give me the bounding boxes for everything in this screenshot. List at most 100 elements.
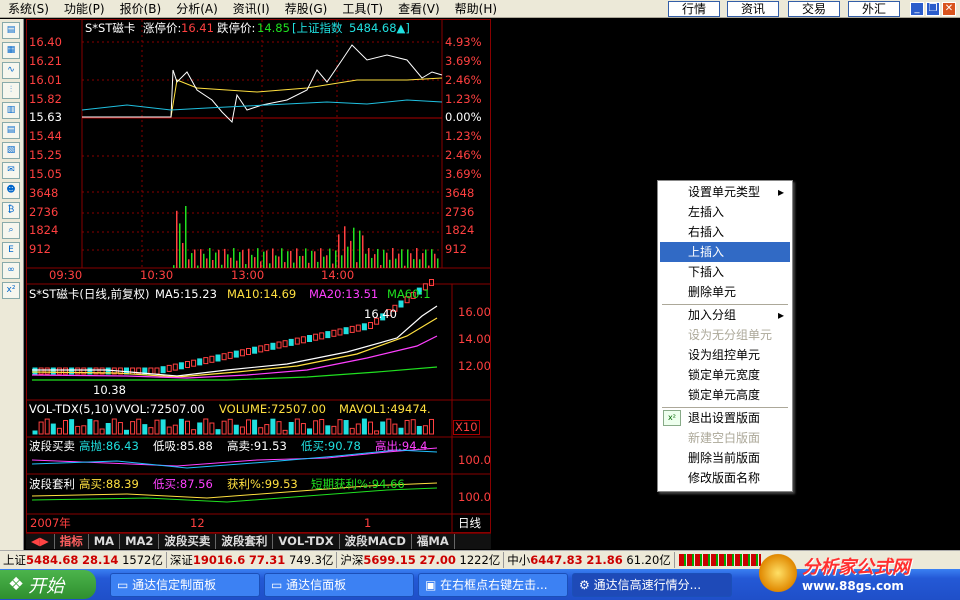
sz-index[interactable]: 深证19016.6 77.31 749.3亿: [167, 552, 338, 568]
start-button[interactable]: ❖ 开始: [0, 570, 96, 599]
forex-button[interactable]: 外汇: [848, 1, 900, 17]
daily-volume-bar: [191, 429, 197, 435]
menu-info[interactable]: 资讯(I): [225, 0, 277, 18]
menu-set-ungrouped[interactable]: 设为无分组单元: [660, 325, 790, 345]
menu-set-unit-type[interactable]: 设置单元类型 ▸: [660, 182, 790, 202]
ma20-label: MA20:13.51: [309, 287, 379, 301]
logo-text: 分析家公式网: [802, 556, 910, 578]
menu-quote[interactable]: 报价(B): [112, 0, 169, 18]
menu-insert-right[interactable]: 右插入: [660, 222, 790, 242]
menu-insert-above[interactable]: 上插入: [660, 242, 790, 262]
volume-tick: 2736: [29, 205, 59, 219]
candle: [160, 366, 166, 374]
tab-ma2[interactable]: MA2: [120, 534, 160, 549]
daily-volume-bar: [203, 418, 209, 435]
daily-volume-bar: [258, 427, 264, 435]
hs-index[interactable]: 沪深5699.15 27.00 1222亿: [337, 552, 505, 568]
daily-volume-bar: [105, 423, 111, 435]
menu-delete-layout[interactable]: 删除当前版面: [660, 448, 790, 468]
news-button[interactable]: 资讯: [727, 1, 779, 17]
candle: [282, 340, 288, 348]
task-right-click[interactable]: ▣ 在右框点右键左击...: [418, 572, 568, 597]
tab-fu-ma[interactable]: 福MA: [412, 534, 455, 549]
menu-exit-layout[interactable]: 退出设置版面: [660, 408, 790, 428]
image-icon: ▣: [425, 577, 437, 592]
percent-tick: 0.00%: [445, 110, 482, 124]
candle: [361, 323, 367, 331]
volume-bar: [410, 253, 412, 268]
task-custom-panel[interactable]: ▭ 通达信定制面板: [110, 572, 260, 597]
menu-view[interactable]: 查看(V): [390, 0, 447, 18]
tab-indicator[interactable]: 指标: [55, 534, 89, 549]
volume-bar: [365, 253, 367, 268]
quote-icon[interactable]: ▤: [2, 22, 20, 39]
volume-bar: [173, 265, 175, 268]
volume-bar: [176, 210, 178, 268]
time-tick: 09:30: [49, 268, 83, 282]
line-chart-icon[interactable]: ∿: [2, 62, 20, 79]
bt-title: 波段套利: [29, 477, 75, 491]
menu-set-group-control[interactable]: 设为组控单元: [660, 345, 790, 365]
menu-join-group[interactable]: 加入分组 ▸: [660, 305, 790, 325]
volume-tick: 3648: [29, 186, 59, 200]
menu-delete-unit[interactable]: 删除单元: [660, 282, 790, 302]
menu-recommend[interactable]: 荐股(G): [277, 0, 335, 18]
tab-prev-icon[interactable]: ◀▶: [26, 534, 55, 549]
menu-tools[interactable]: 工具(T): [334, 0, 390, 18]
link-icon[interactable]: ∞: [2, 262, 20, 279]
formula-icon[interactable]: x²: [2, 282, 20, 299]
market-button[interactable]: 行情: [668, 1, 720, 17]
candle: [191, 359, 197, 367]
daily-volume-bar: [75, 425, 81, 435]
close-icon[interactable]: ✕: [942, 2, 956, 16]
trade-button[interactable]: 交易: [788, 1, 840, 17]
bt-hl: 获利%:99.53: [227, 477, 298, 491]
volume-bar: [407, 249, 409, 268]
zx-index[interactable]: 中小6447.83 21.86 61.20亿: [504, 552, 675, 568]
volume-bar: [383, 249, 385, 268]
tab-bd-macd[interactable]: 波段MACD: [340, 534, 412, 549]
table-icon[interactable]: ▤: [2, 122, 20, 139]
chart-area[interactable]: S*ST磁卡 涨停价: 16.41 跌停价: 14.85 [上证指数 5484.…: [26, 19, 491, 533]
menu-function[interactable]: 功能(P): [56, 0, 112, 18]
users-icon[interactable]: ☻: [2, 182, 20, 199]
etf-icon[interactable]: E: [2, 242, 20, 259]
report-icon[interactable]: ▥: [2, 102, 20, 119]
tab-ma[interactable]: MA: [89, 534, 121, 549]
menu-bar: 系统(S) 功能(P) 报价(B) 分析(A) 资讯(I) 荐股(G) 工具(T…: [0, 0, 960, 18]
volume-bar: [248, 248, 250, 268]
list-icon[interactable]: ▦: [2, 42, 20, 59]
fund-icon[interactable]: ₿: [2, 202, 20, 219]
menu-rename-layout[interactable]: 修改版面名称: [660, 468, 790, 488]
menu-new-blank-layout[interactable]: 新建空白版面: [660, 428, 790, 448]
sh-index[interactable]: 上证5484.68 28.14 1572亿: [0, 552, 167, 568]
candle: [197, 358, 203, 366]
mail-icon[interactable]: ✉: [2, 162, 20, 179]
volume-bar: [419, 259, 421, 268]
search-icon[interactable]: ⌕: [2, 222, 20, 239]
volume-bar: [254, 257, 256, 268]
volume-bar: [320, 248, 322, 268]
bd-dx: 低吸:85.88: [153, 439, 213, 453]
bd-dm: 低买:90.78: [301, 439, 361, 453]
kline-icon[interactable]: ⫶: [2, 82, 20, 99]
task-tdx-app[interactable]: ⚙ 通达信高速行情分...: [572, 572, 732, 597]
menu-insert-left[interactable]: 左插入: [660, 202, 790, 222]
volume-bar: [296, 248, 298, 268]
tab-vol-tdx[interactable]: VOL-TDX: [273, 534, 340, 549]
tab-bd-trade[interactable]: 波段买卖: [159, 534, 217, 549]
menu-analysis[interactable]: 分析(A): [168, 0, 225, 18]
logo-url: www.88gs.com: [802, 578, 904, 593]
document-icon[interactable]: ▧: [2, 142, 20, 159]
menu-lock-height[interactable]: 锁定单元高度: [660, 385, 790, 405]
menu-insert-below[interactable]: 下插入: [660, 262, 790, 282]
task-panel[interactable]: ▭ 通达信面板: [264, 572, 414, 597]
tab-bd-arb[interactable]: 波段套利: [216, 534, 274, 549]
restore-icon[interactable]: ❐: [926, 2, 940, 16]
percent-tick: 4.93%: [445, 35, 482, 49]
daily-volume-bar: [32, 430, 38, 435]
menu-lock-width[interactable]: 锁定单元宽度: [660, 365, 790, 385]
menu-help[interactable]: 帮助(H): [447, 0, 504, 18]
menu-system[interactable]: 系统(S): [0, 0, 56, 18]
minimize-icon[interactable]: _: [910, 2, 924, 16]
